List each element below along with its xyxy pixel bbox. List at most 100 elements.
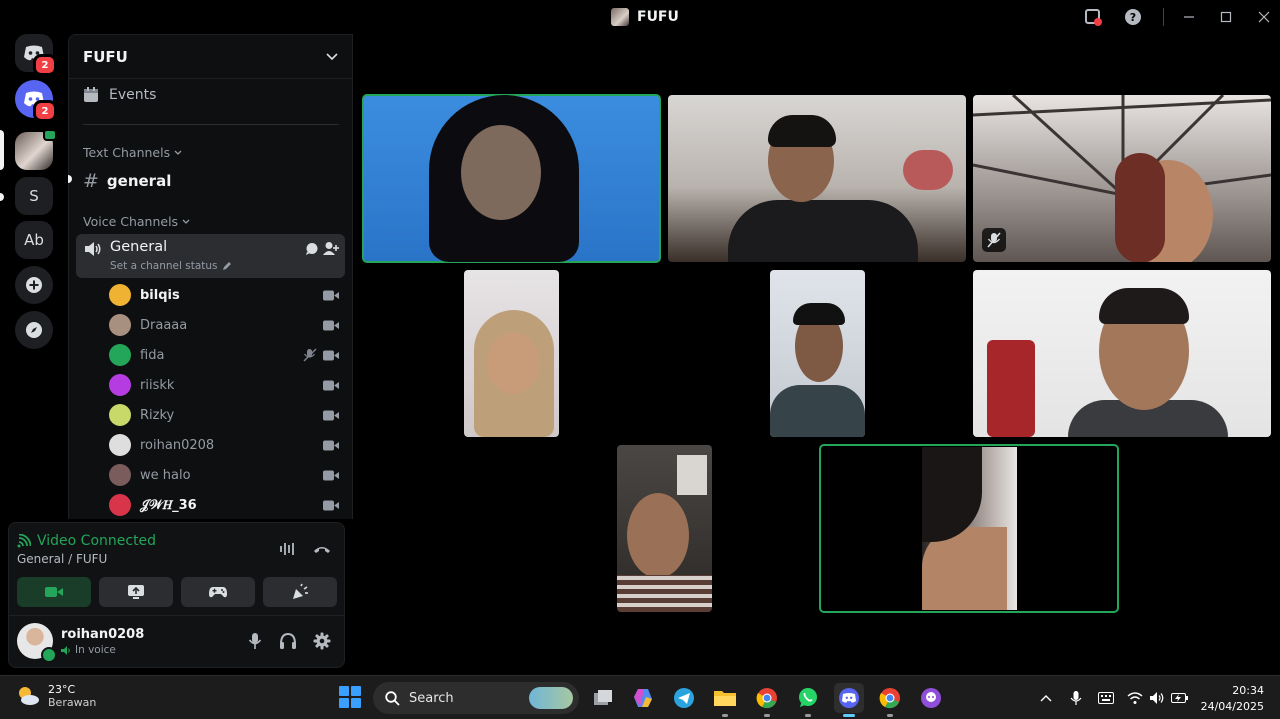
user-settings-button[interactable] <box>312 631 332 651</box>
chrome-icon <box>756 688 777 709</box>
member-status-icons <box>323 290 339 301</box>
task-view-button[interactable] <box>588 683 618 713</box>
participant-hair <box>1115 153 1165 262</box>
start-button[interactable] <box>339 686 361 708</box>
microphone-muted-icon <box>303 348 317 362</box>
invite-user-icon[interactable] <box>323 241 339 256</box>
discover-button[interactable] <box>15 311 53 349</box>
video-tile[interactable] <box>819 444 1119 613</box>
headphones-icon <box>280 632 296 649</box>
telegram-button[interactable] <box>669 683 699 713</box>
voice-member[interactable]: Rizky <box>109 400 339 430</box>
volume-icon <box>1150 692 1164 704</box>
video-camera-icon <box>45 587 63 597</box>
keyboard-tray-button[interactable] <box>1097 689 1115 707</box>
voice-member[interactable]: we halo <box>109 460 339 490</box>
background-object <box>677 455 707 495</box>
file-explorer-button[interactable] <box>710 683 740 717</box>
video-camera-icon <box>323 410 339 420</box>
online-status-dot <box>41 647 57 663</box>
video-tile[interactable] <box>617 445 712 612</box>
server-ab-button[interactable]: Ab <box>15 221 53 259</box>
category-label: Voice Channels <box>83 214 179 229</box>
window-title-text: FUFU <box>637 9 679 25</box>
microphone-tray-button[interactable] <box>1067 689 1085 707</box>
maximize-icon[interactable] <box>1216 7 1236 27</box>
events-item[interactable]: Events <box>83 87 156 103</box>
server-initials: Ab <box>24 231 44 249</box>
video-live-icon <box>43 129 57 141</box>
server-s-button[interactable]: S <box>15 177 53 215</box>
direct-messages-button[interactable]: 2 <box>15 34 57 76</box>
participant-hair <box>1099 288 1189 324</box>
member-name: roihan0208 <box>140 437 215 453</box>
voice-channel-name: General <box>110 239 168 255</box>
battery-tray-button[interactable] <box>1171 689 1189 707</box>
deafen-button[interactable] <box>278 631 298 651</box>
whatsapp-button[interactable] <box>793 683 823 717</box>
camera-button[interactable] <box>17 577 91 607</box>
taskbar-search[interactable]: Search <box>373 682 579 714</box>
video-tile[interactable] <box>973 95 1271 262</box>
discord-taskbar-button[interactable] <box>834 683 864 717</box>
video-tile[interactable] <box>668 95 966 262</box>
add-server-button[interactable] <box>15 266 53 304</box>
minimize-icon[interactable] <box>1179 7 1199 27</box>
close-icon[interactable] <box>1254 7 1274 27</box>
compass-icon <box>26 322 42 338</box>
member-name: 𝒥𝒲𝐻_36 <box>140 497 197 513</box>
voice-member[interactable]: 𝒥𝒲𝐻_36 <box>109 490 339 520</box>
weather-widget[interactable]: 23°C Berawan <box>16 683 96 709</box>
show-hidden-icons-button[interactable] <box>1037 689 1055 707</box>
activities-button[interactable] <box>181 577 255 607</box>
chrome-button[interactable] <box>752 683 782 717</box>
member-name: fida <box>140 347 165 363</box>
voice-member[interactable]: Draaaa <box>109 310 339 340</box>
keyboard-icon <box>1098 692 1114 704</box>
soundboard-button[interactable] <box>263 577 337 607</box>
voice-status[interactable]: Video Connected <box>17 533 156 549</box>
chat-bubble-icon[interactable] <box>305 242 319 256</box>
sidebar-divider <box>83 124 339 125</box>
guild-name: FUFU <box>83 47 128 66</box>
current-user-name[interactable]: roihan0208 <box>61 627 144 642</box>
background-object <box>903 150 953 190</box>
connection-location[interactable]: General / FUFU <box>17 552 107 566</box>
discord-server-button[interactable]: 2 <box>15 80 57 122</box>
noise-suppression-icon[interactable] <box>279 541 297 557</box>
github-desktop-button[interactable] <box>916 683 946 713</box>
video-tile[interactable] <box>464 270 559 437</box>
windows-logo-icon <box>351 698 361 708</box>
mute-button[interactable] <box>245 631 265 651</box>
screen-share-button[interactable] <box>99 577 173 607</box>
voice-member[interactable]: bilqis <box>109 280 339 310</box>
voice-member[interactable]: riiskk <box>109 370 339 400</box>
video-tile[interactable] <box>770 270 865 437</box>
channel-general[interactable]: # general <box>83 170 171 192</box>
inbox-icon[interactable] <box>1083 7 1103 27</box>
member-name: riiskk <box>140 377 175 393</box>
text-channels-category[interactable]: Text Channels <box>83 145 182 160</box>
copilot-button[interactable] <box>628 683 658 713</box>
guild-header[interactable]: FUFU <box>69 35 352 79</box>
server-fufu-button[interactable] <box>15 129 57 170</box>
disconnect-icon[interactable] <box>313 543 331 555</box>
voice-channels-category[interactable]: Voice Channels <box>83 214 190 229</box>
volume-tray-button[interactable] <box>1148 689 1166 707</box>
channel-name: general <box>106 172 172 190</box>
video-camera-icon <box>323 320 339 330</box>
set-channel-status[interactable]: Set a channel status <box>110 260 232 272</box>
voice-channel-general[interactable]: General Set a channel status <box>76 234 345 278</box>
voice-member[interactable]: fida <box>109 340 339 370</box>
member-avatar <box>109 464 131 486</box>
video-tile[interactable] <box>973 270 1271 437</box>
chrome-profile-button[interactable] <box>875 683 905 717</box>
video-stage <box>354 34 1280 675</box>
open-app-indicator <box>722 714 728 717</box>
help-icon[interactable]: ? <box>1123 7 1143 27</box>
taskbar-clock[interactable]: 20:34 24/04/2025 <box>1201 683 1264 715</box>
member-name: we halo <box>140 467 191 483</box>
voice-member[interactable]: roihan0208 <box>109 430 339 460</box>
wifi-tray-button[interactable] <box>1126 689 1144 707</box>
video-tile[interactable] <box>362 94 661 263</box>
